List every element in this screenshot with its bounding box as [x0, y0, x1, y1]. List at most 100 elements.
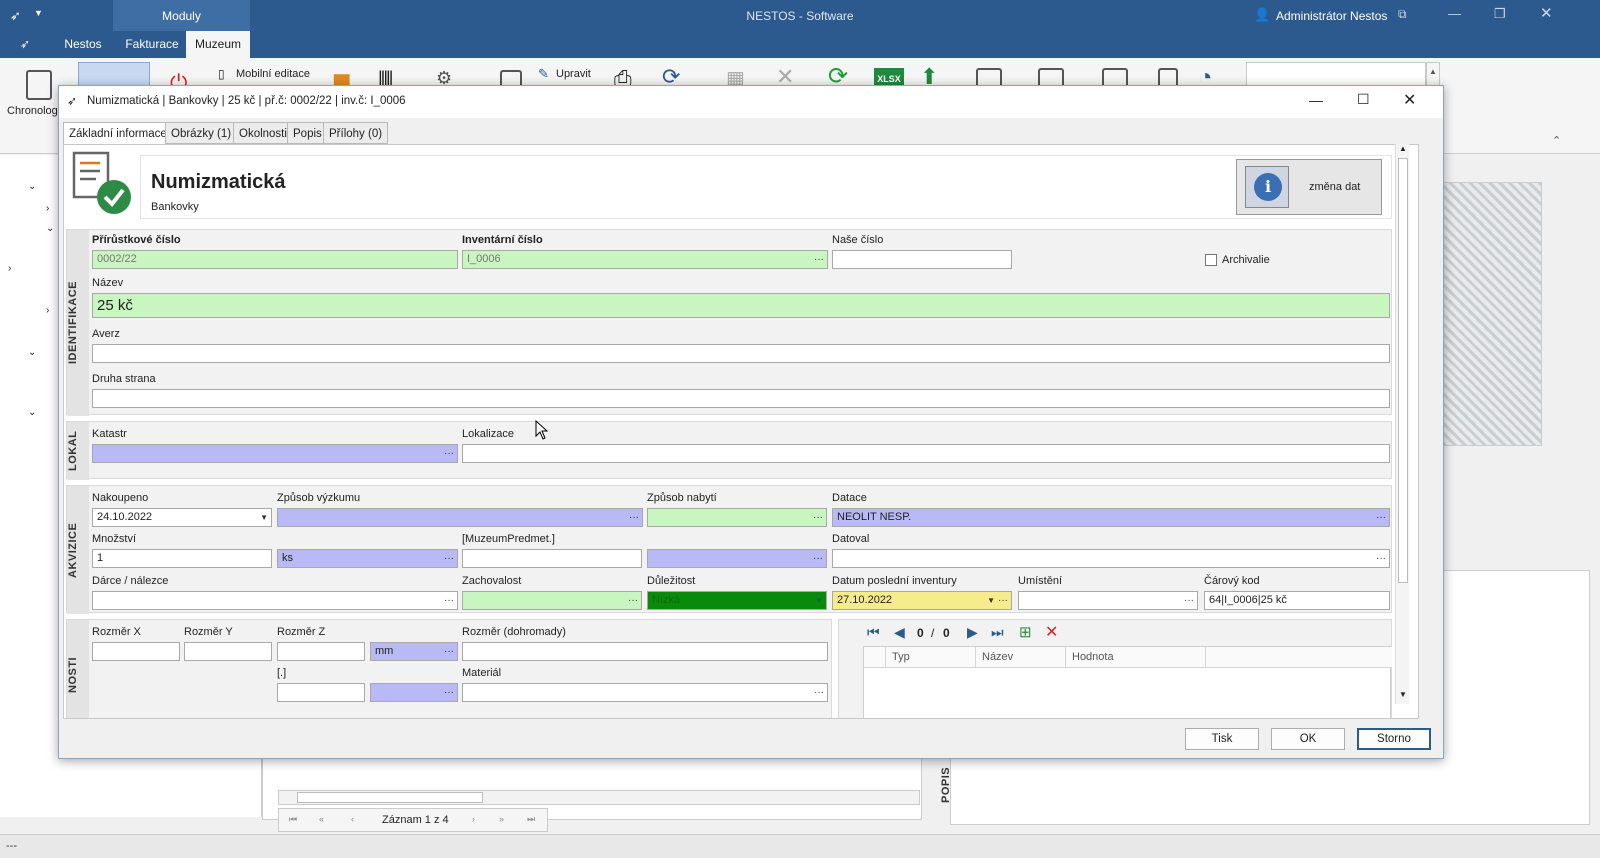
ellipsis-icon[interactable]: ···	[814, 251, 824, 268]
ribbon-collapse-icon[interactable]: ⌃	[1552, 134, 1561, 147]
app-logo-icon[interactable]: ➶	[10, 8, 21, 24]
tree-expander-icon[interactable]: ⌄	[28, 181, 36, 192]
ellipsis-icon[interactable]: ···	[444, 684, 454, 701]
grid-last-icon[interactable]: ⏭	[991, 624, 1004, 641]
minimize-icon[interactable]: —	[1448, 6, 1461, 21]
grid-first-icon[interactable]: ⏮	[867, 624, 880, 641]
maximize-icon[interactable]: ❐	[1494, 6, 1506, 22]
museum-object-field[interactable]	[462, 549, 642, 568]
grid-col-value[interactable]: Hodnota	[1066, 647, 1206, 667]
ellipsis-icon[interactable]: ···	[813, 509, 823, 526]
nav-last-icon[interactable]: ⏭	[527, 814, 535, 825]
size-x-field[interactable]	[92, 642, 180, 661]
size-z-field[interactable]	[277, 642, 365, 661]
ellipsis-icon[interactable]: ···	[444, 445, 454, 462]
ellipsis-icon[interactable]: ···	[998, 592, 1008, 609]
banknote-image[interactable]	[1442, 182, 1542, 446]
tab-fakturace[interactable]: Fakturace	[118, 31, 186, 58]
print-button[interactable]: Tisk	[1185, 728, 1259, 750]
tree-expander-icon[interactable]: ›	[46, 305, 49, 316]
ellipsis-icon[interactable]: ···	[444, 643, 454, 660]
obverse-field[interactable]	[92, 344, 1390, 363]
grid-col-type[interactable]: Typ	[886, 647, 976, 667]
material-field[interactable]: ···	[462, 683, 828, 702]
acquisition-method-field[interactable]: ···	[647, 508, 827, 527]
nav-next-page-icon[interactable]: »	[499, 814, 504, 824]
quantity-unit-field[interactable]: ks ···	[277, 549, 458, 568]
quick-access-dropdown-icon[interactable]: ▼	[34, 8, 43, 18]
scroll-up-icon[interactable]: ▲	[1399, 144, 1407, 153]
bought-date-field[interactable]: 24.10.2022 ▼	[92, 508, 272, 527]
ellipsis-icon[interactable]: ···	[1376, 509, 1386, 526]
close-icon[interactable]: ✕	[1540, 4, 1553, 22]
tree-expander-icon[interactable]: ›	[8, 263, 11, 274]
horizontal-scrollbar[interactable]	[278, 790, 920, 805]
tab-basic-info[interactable]: Základní informace	[63, 122, 173, 145]
tree-expander-icon[interactable]: ⌄	[28, 347, 36, 358]
museum-object-lookup[interactable]: ···	[647, 549, 827, 568]
grid-col-name[interactable]: Název	[976, 647, 1066, 667]
archival-checkbox[interactable]	[1205, 254, 1217, 266]
scroll-thumb[interactable]	[297, 792, 483, 803]
localization-field[interactable]	[462, 444, 1390, 463]
inventory-number-field[interactable]: I_0006 ···	[462, 250, 828, 269]
condition-field[interactable]: ···	[462, 591, 642, 610]
donor-field[interactable]: ···	[92, 591, 458, 610]
grid-delete-icon[interactable]: ✕	[1045, 622, 1058, 642]
tree-expander-icon[interactable]: ⌄	[28, 407, 36, 418]
tab-images[interactable]: Obrázky (1)	[165, 122, 238, 144]
tree-expander-icon[interactable]: ⌄	[46, 223, 54, 234]
dating-field[interactable]: NEOLIT NESP. ···	[832, 508, 1390, 527]
cadastre-field[interactable]: ···	[92, 444, 458, 463]
dropdown-icon[interactable]: ▼	[260, 509, 268, 526]
scroll-thumb[interactable]	[1398, 158, 1408, 583]
placement-field[interactable]: ···	[1018, 591, 1198, 610]
chronology-label[interactable]: Chronolog	[7, 105, 58, 117]
tab-attachments[interactable]: Přílohy (0)	[323, 122, 389, 144]
grid-next-icon[interactable]: ▶	[967, 624, 978, 641]
mobile-icon[interactable]: ▯	[218, 67, 225, 81]
name-field[interactable]: 25 kč	[92, 293, 1390, 318]
grid-add-icon[interactable]: ⊞	[1019, 623, 1032, 641]
scroll-down-icon[interactable]: ▼	[1399, 690, 1407, 699]
last-inventory-field[interactable]: 27.10.2022 ▼ ···	[832, 591, 1012, 610]
ellipsis-icon[interactable]: ···	[628, 592, 638, 609]
grid-prev-icon[interactable]: ◀	[894, 624, 905, 641]
ellipsis-icon[interactable]: ···	[444, 550, 454, 567]
quantity-field[interactable]: 1	[92, 549, 272, 568]
tab-muzeum[interactable]: Muzeum	[186, 31, 250, 58]
ellipsis-icon[interactable]: ···	[813, 550, 823, 567]
user-name[interactable]: Administrátor Nestos	[1276, 9, 1387, 23]
dropdown-icon[interactable]: ▼	[815, 592, 823, 609]
nav-prev-page-icon[interactable]: «	[319, 814, 324, 824]
dialog-close-icon[interactable]: ✕	[1403, 90, 1416, 110]
mobile-edit-label[interactable]: Mobilní editace	[236, 68, 310, 80]
importance-field[interactable]: Nízká ▼	[647, 591, 827, 610]
research-method-field[interactable]: ···	[277, 508, 643, 527]
nav-prev-icon[interactable]: ‹	[351, 814, 354, 824]
ellipsis-icon[interactable]: ···	[1376, 550, 1386, 567]
edit-label[interactable]: Upravit	[556, 68, 591, 80]
edit-icon[interactable]: ✎	[538, 66, 549, 82]
accession-number-field[interactable]: 0002/22	[92, 250, 458, 269]
our-number-field[interactable]	[832, 250, 1012, 269]
barcode-field[interactable]: 64|I_0006|25 kč	[1204, 591, 1390, 610]
size-y-field[interactable]	[184, 642, 272, 661]
chronology-icon[interactable]	[26, 70, 52, 100]
dropdown-icon[interactable]: ▼	[987, 592, 995, 609]
app-menu-icon[interactable]: ➶	[20, 37, 30, 51]
dated-by-field[interactable]: ···	[832, 549, 1390, 568]
cancel-button[interactable]: Storno	[1357, 728, 1431, 750]
reverse-field[interactable]	[92, 389, 1390, 408]
ellipsis-icon[interactable]: ···	[1184, 592, 1194, 609]
bracket-field[interactable]	[277, 683, 365, 702]
tab-description[interactable]: Popis	[287, 122, 328, 144]
ok-button[interactable]: OK	[1271, 728, 1345, 750]
change-data-button[interactable]: i změna dat	[1236, 159, 1382, 215]
size-total-field[interactable]	[462, 642, 828, 661]
size-unit-field[interactable]: mm ···	[370, 642, 458, 661]
bracket-unit-field[interactable]: ···	[370, 683, 458, 702]
restore-layout-icon[interactable]: ⧉	[1398, 7, 1407, 22]
ellipsis-icon[interactable]: ···	[814, 684, 824, 701]
ellipsis-icon[interactable]: ···	[629, 509, 639, 526]
